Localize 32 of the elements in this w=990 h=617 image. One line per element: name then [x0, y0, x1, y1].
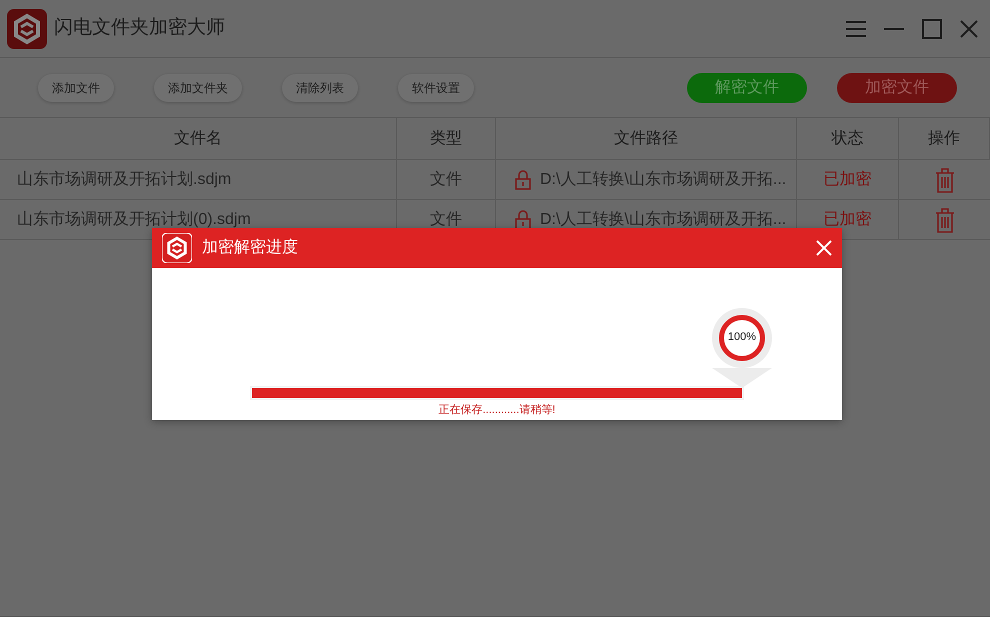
app-logo-icon — [7, 8, 47, 48]
file-name-cell-text: 山东市场调研及开拓计划.sdjm — [17, 170, 232, 190]
column-header: 文件名 — [0, 118, 397, 159]
column-header: 类型 — [397, 118, 496, 159]
status-cell-text: 已加密 — [824, 170, 872, 190]
file-path-cell-text: D:\人工转换\山东市场调研及开拓... — [540, 170, 786, 190]
close-icon[interactable] — [960, 20, 978, 38]
type-cell-text: 文件 — [430, 170, 462, 190]
trash-icon[interactable] — [934, 166, 954, 192]
progress-reading: 100% — [728, 330, 756, 346]
toolbar-button[interactable]: 添加文件 — [38, 74, 114, 102]
window-title: 闪电文件夹加密大师 — [54, 16, 225, 40]
lock-icon — [515, 170, 531, 190]
toolbar-button[interactable]: 软件设置 — [398, 74, 474, 102]
status-cell-text: 已加密 — [824, 210, 872, 230]
app-logo-icon — [162, 233, 192, 263]
maximize-icon[interactable] — [922, 18, 942, 38]
minimize-icon[interactable] — [884, 28, 904, 30]
type-cell-text: 文件 — [430, 210, 462, 230]
column-header: 操作 — [899, 118, 990, 159]
file-path-cell-text: D:\人工转换\山东市场调研及开拓... — [540, 210, 786, 230]
file-name-cell-text: 山东市场调研及开拓计划(0).sdjm — [17, 210, 251, 230]
toolbar-button[interactable]: 清除列表 — [282, 74, 358, 102]
column-header: 状态 — [797, 118, 899, 159]
dialog-title: 加密解密进度 — [202, 238, 298, 258]
trash-icon[interactable] — [934, 206, 954, 232]
status-message: 正在保存............请稍等! — [438, 402, 556, 418]
toolbar-button[interactable]: 添加文件夹 — [154, 74, 242, 102]
column-header: 文件路径 — [496, 118, 797, 159]
menu-icon[interactable] — [846, 20, 866, 36]
decrypt-button[interactable]: 解密文件 — [687, 72, 807, 102]
encrypt-button[interactable]: 加密文件 — [837, 72, 957, 102]
